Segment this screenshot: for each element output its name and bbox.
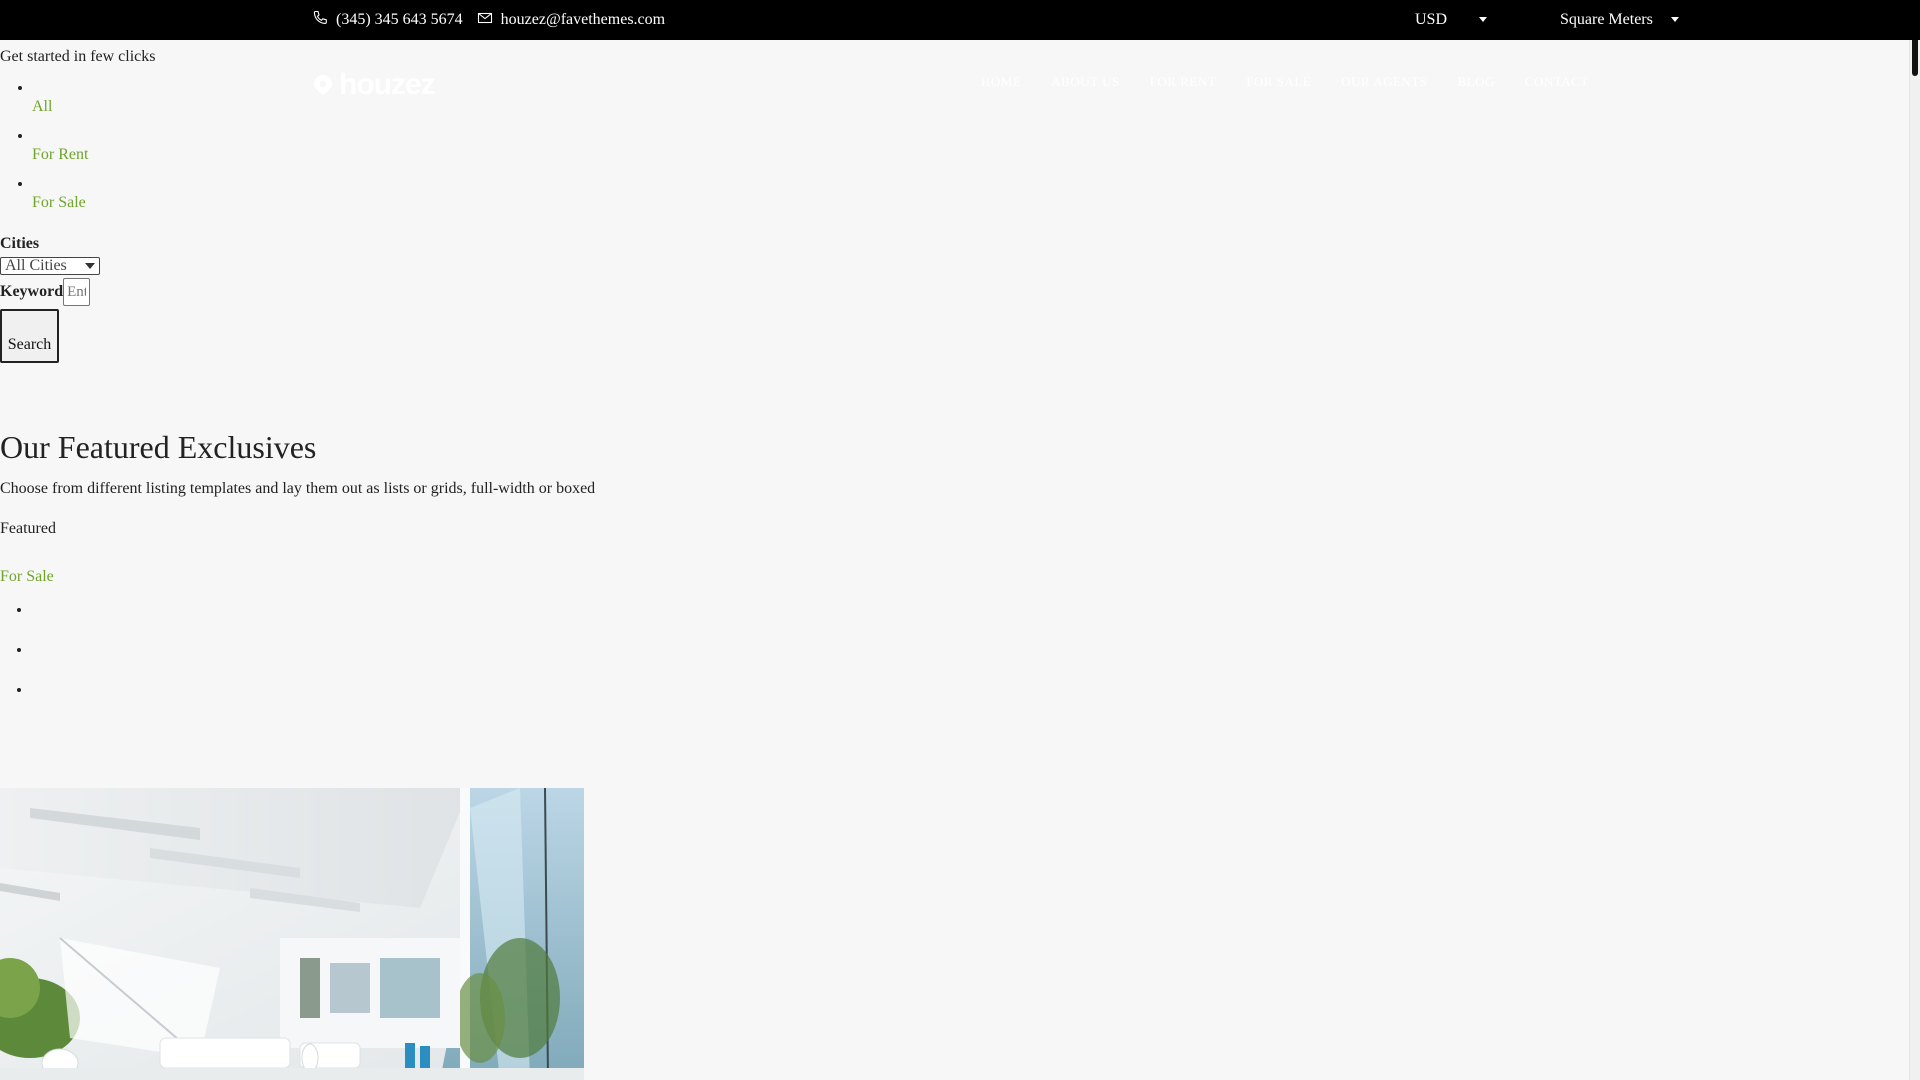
main-content: Get started in few clicks All For Rent F… [0,46,1910,721]
list-item [32,641,1910,681]
status-tab-all-link[interactable]: All [32,98,52,116]
status-tab-for-rent-link[interactable]: For Rent [32,146,88,164]
cities-select[interactable]: All Cities [0,257,100,275]
list-item [32,681,1910,721]
keyword-input[interactable] [63,278,91,306]
chevron-down-icon [85,263,95,269]
currency-value: USD [1415,11,1448,28]
hero-tagline: Get started in few clicks [0,48,156,65]
chevron-down-icon [1670,16,1679,22]
listing-status-link[interactable]: For Sale [0,567,1910,587]
envelope-icon [477,10,493,31]
featured-badge: Featured [0,520,56,537]
section-title: Our Featured Exclusives [0,429,317,465]
cities-label: Cities [0,235,40,252]
topbar-selectors: USD Square Meters [1415,0,1689,40]
section-subtitle: Choose from different listing templates … [0,480,596,497]
cities-select-value: All Cities [5,257,67,274]
phone-number[interactable]: (345) 345 643 5674 [336,11,463,29]
chevron-down-icon [1479,16,1488,22]
phone-contact[interactable]: (345) 345 643 5674 [312,4,463,37]
keyword-label: Keyword [0,283,64,300]
status-tabs: All For Rent For Sale [0,78,1910,222]
status-tab-all: All [32,78,1910,126]
page-scrollbar[interactable] [1909,0,1920,1080]
email-contact[interactable]: houzez@favethemes.com [477,4,665,37]
search-form: Cities All Cities Keyword Search [0,234,1910,363]
list-item [32,601,1910,641]
phone-icon [312,10,328,31]
status-tab-for-sale: For Sale [32,174,1910,222]
property-image[interactable] [0,788,584,1080]
top-bar: (345) 345 643 5674 houzez@favethemes.com… [0,0,1920,40]
keyword-row: Keyword [0,278,1910,306]
search-button[interactable]: Search [0,309,59,363]
status-tab-for-sale-link[interactable]: For Sale [32,194,86,212]
status-tab-for-rent: For Rent [32,126,1910,174]
area-unit-value: Square Meters [1560,11,1653,28]
property-photo-illustration [0,788,584,1080]
topbar-contact: (345) 345 643 5674 houzez@favethemes.com [312,0,665,40]
email-address[interactable]: houzez@favethemes.com [501,11,665,29]
area-unit-dropdown[interactable]: Square Meters [1560,11,1689,29]
currency-dropdown[interactable]: USD [1415,11,1560,29]
listing-meta-list [0,601,1910,721]
